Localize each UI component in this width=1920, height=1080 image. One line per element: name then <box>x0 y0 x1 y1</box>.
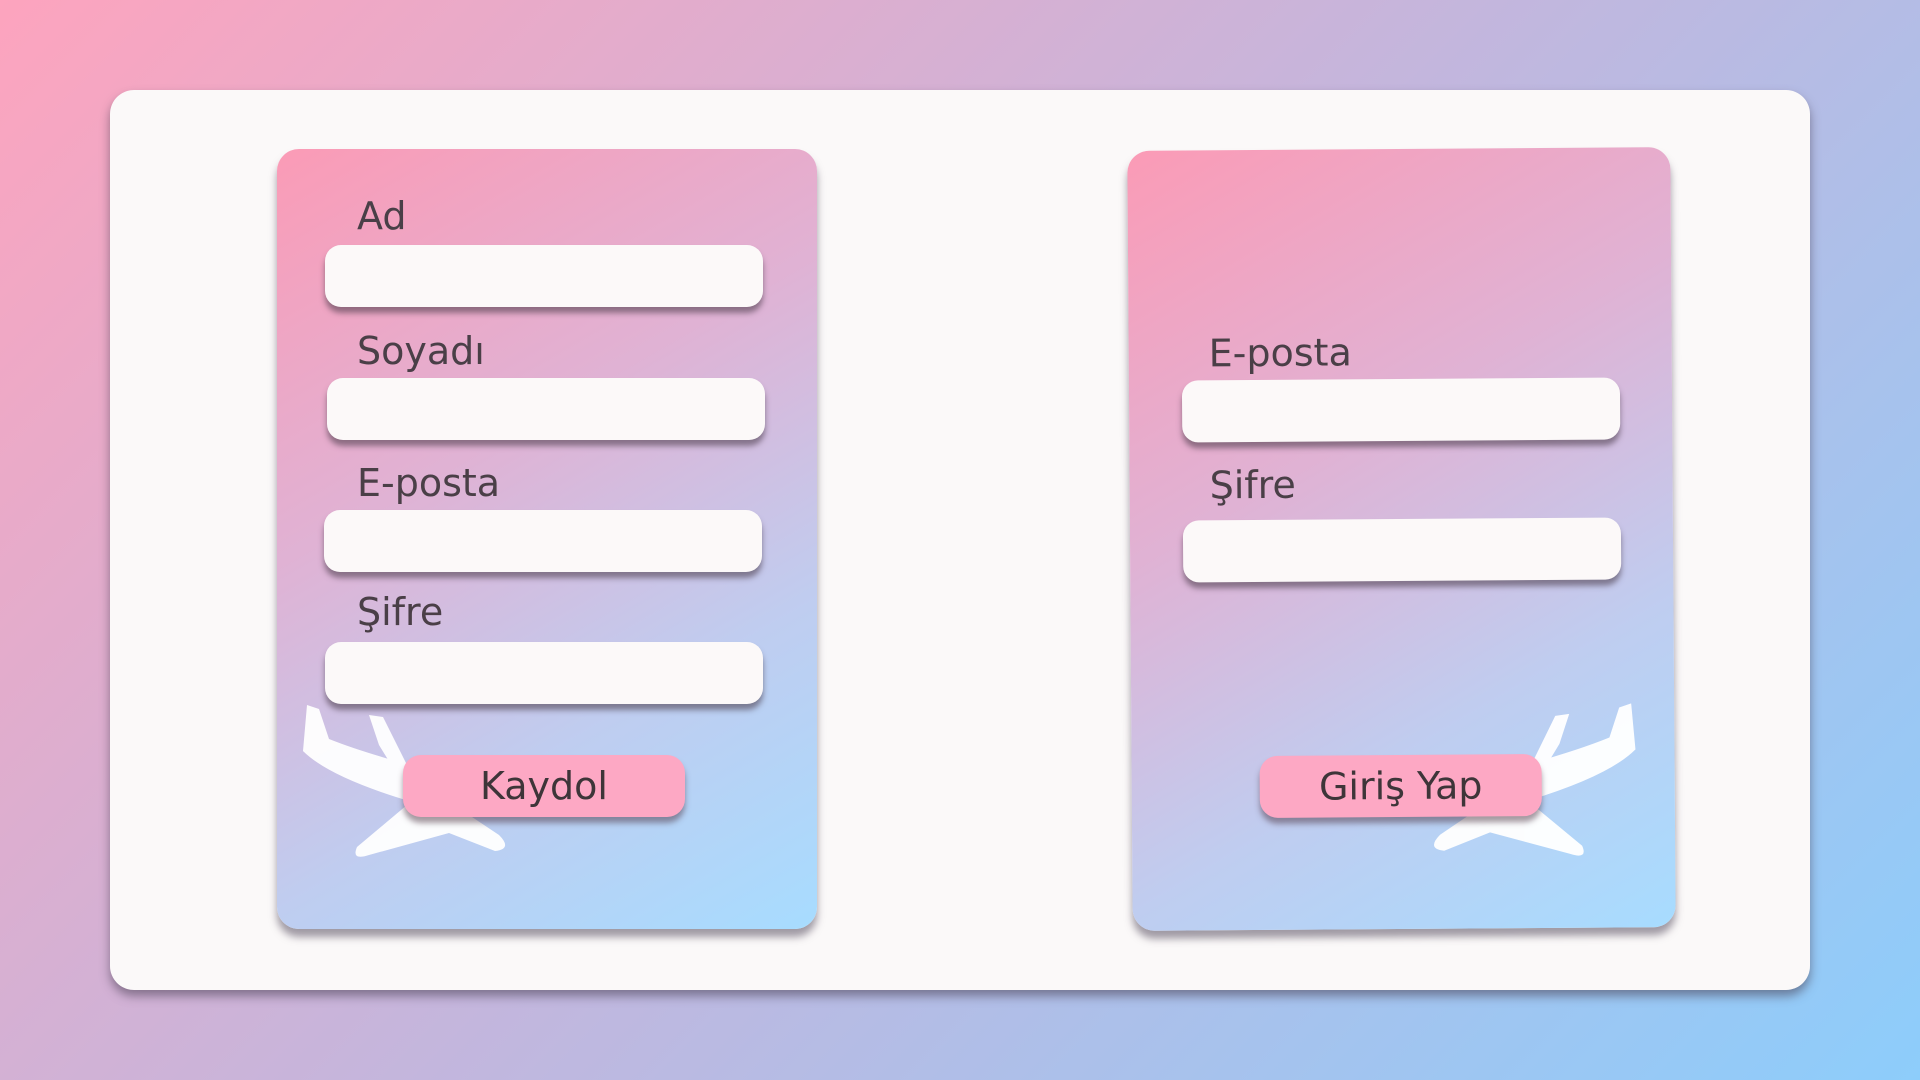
register-card: Ad Soyadı E-posta Şifre Kaydol <box>277 149 817 929</box>
register-email-label: E-posta <box>357 461 501 505</box>
register-password-label: Şifre <box>357 590 444 634</box>
login-password-label: Şifre <box>1209 462 1297 508</box>
login-password-input[interactable] <box>1182 517 1622 583</box>
register-button[interactable]: Kaydol <box>403 755 685 817</box>
login-card: E-posta Şifre Giriş Yap <box>1127 147 1676 931</box>
login-email-label: E-posta <box>1208 330 1352 376</box>
register-password-input[interactable] <box>325 642 763 704</box>
first-name-input[interactable] <box>325 245 763 307</box>
first-name-label: Ad <box>357 194 407 238</box>
login-button[interactable]: Giriş Yap <box>1259 754 1542 818</box>
register-email-input[interactable] <box>324 510 762 572</box>
login-email-input[interactable] <box>1181 377 1621 443</box>
last-name-input[interactable] <box>327 378 765 440</box>
last-name-label: Soyadı <box>357 329 485 373</box>
